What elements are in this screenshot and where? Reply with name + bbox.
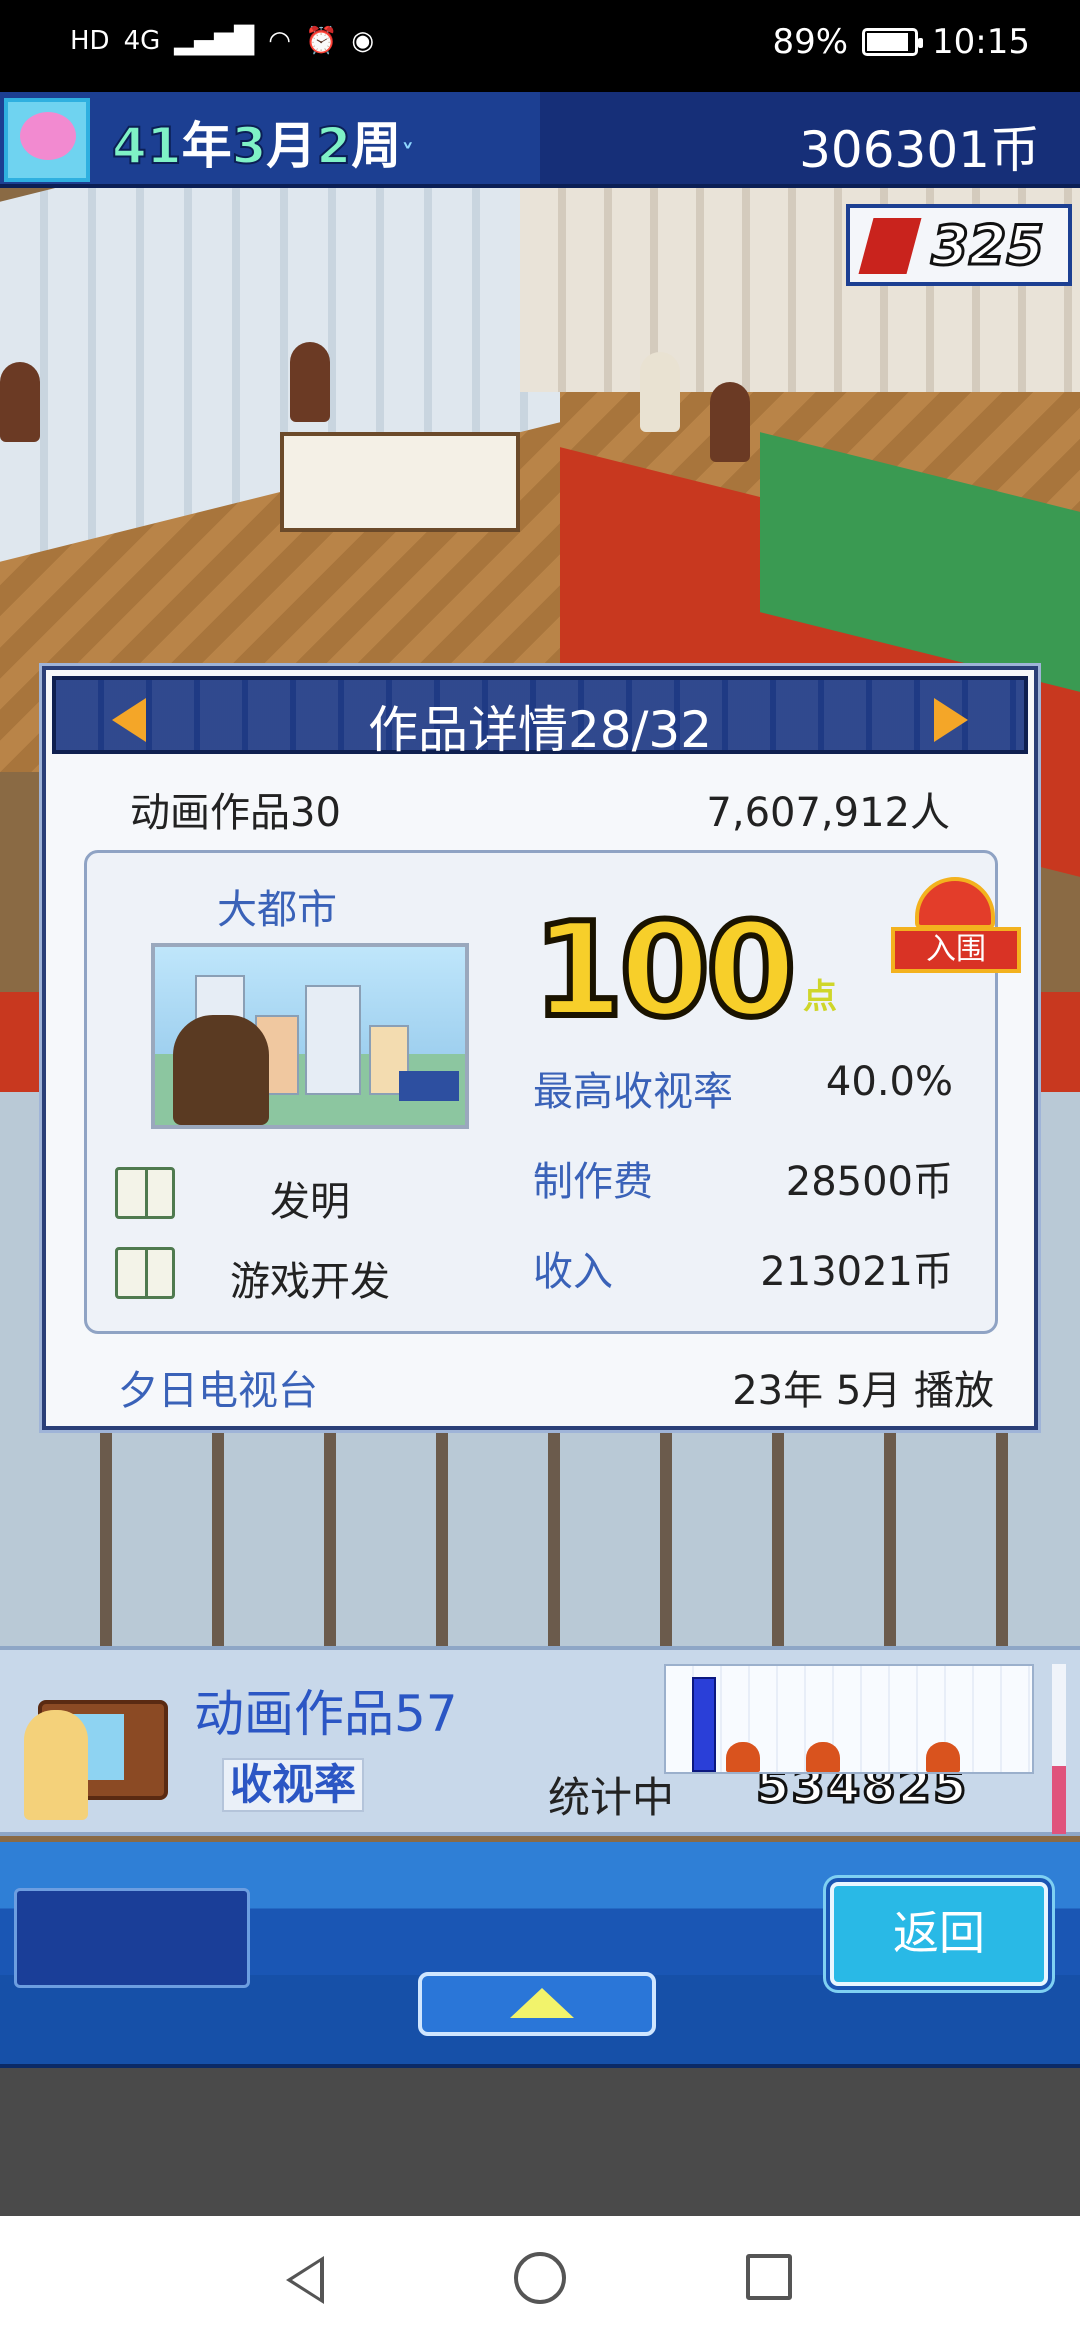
stat-row: 收入 213021币 bbox=[533, 1239, 953, 1295]
genre-row: 发明 bbox=[115, 1163, 445, 1225]
dialog-header: 作品详情28/32 bbox=[52, 676, 1028, 759]
nomination-label: 入围 bbox=[891, 927, 1021, 973]
ratings-label: 收视率 bbox=[222, 1758, 364, 1812]
ratings-side-meter bbox=[1052, 1664, 1066, 1834]
genre-label: 游戏开发 bbox=[230, 1259, 390, 1305]
network-type-icon: 4G bbox=[123, 26, 161, 56]
dialog-title: 作品详情28/32 bbox=[367, 701, 713, 759]
date-panel[interactable]: 41年3月2周˅ bbox=[0, 92, 560, 188]
house-icon bbox=[726, 1742, 760, 1772]
crown-icon bbox=[915, 877, 995, 929]
nav-home-icon[interactable] bbox=[514, 2252, 566, 2304]
stat-row: 制作费 28500币 bbox=[533, 1149, 953, 1205]
up-arrow-icon bbox=[510, 1988, 574, 2018]
coins-panel: 306301币 bbox=[540, 92, 1080, 188]
side-meter-level bbox=[1052, 1766, 1066, 1834]
chevron-down-icon: ˅ bbox=[401, 140, 415, 170]
back-button[interactable]: 返回 bbox=[830, 1882, 1048, 1986]
work-card: 大都市 发明 游戏开发 100 点 入围 最高收视率 40.0% 制作费 285… bbox=[84, 850, 1021, 1334]
staff-character[interactable] bbox=[640, 352, 680, 432]
house-icon bbox=[926, 1742, 960, 1772]
broadcast-info: 夕日电视台 23年 5月 播放 bbox=[118, 1358, 994, 1414]
staff-character[interactable] bbox=[710, 382, 750, 462]
genre-row: 游戏开发 bbox=[115, 1243, 445, 1305]
viewer-count: 7,607,912人 bbox=[706, 790, 950, 836]
status-right: 89% 10:15 bbox=[772, 22, 1030, 62]
ratings-chart-bar bbox=[692, 1677, 716, 1772]
building-shape bbox=[305, 985, 361, 1095]
work-title: 大都市 bbox=[217, 887, 337, 933]
game-date: 41年3月2周˅ bbox=[111, 116, 415, 176]
ratings-panel[interactable]: 动画作品57 收视率 统计中 534825 bbox=[0, 1646, 1080, 1836]
host-character bbox=[24, 1710, 88, 1820]
alarm-icon: ⏰ bbox=[304, 26, 338, 56]
stat-value: 40.0% bbox=[825, 1059, 953, 1105]
staff-character[interactable] bbox=[0, 362, 40, 442]
airing-work-name: 动画作品57 bbox=[194, 1685, 458, 1743]
system-nav-bar bbox=[0, 2216, 1080, 2340]
stat-value: 213021币 bbox=[760, 1249, 953, 1295]
next-arrow-icon[interactable] bbox=[934, 698, 968, 742]
tv-station: 夕日电视台 bbox=[118, 1368, 318, 1414]
battery-percent: 89% bbox=[772, 22, 849, 62]
genre-label: 发明 bbox=[270, 1179, 350, 1225]
ratings-status: 统计中 bbox=[548, 1773, 675, 1822]
broadcast-date: 23年 5月 播放 bbox=[732, 1368, 994, 1414]
work-summary: 动画作品30 7,607,912人 bbox=[130, 780, 950, 836]
research-points: 325 bbox=[930, 213, 1046, 279]
season-blossom-icon bbox=[4, 98, 90, 182]
letterbox-area bbox=[0, 2068, 1080, 2216]
score-unit: 点 bbox=[803, 977, 837, 1017]
hd-icon: HD bbox=[70, 26, 110, 56]
research-points-panel[interactable]: 325 bbox=[846, 204, 1072, 286]
battery-icon bbox=[862, 28, 924, 56]
work-thumbnail bbox=[151, 943, 469, 1129]
stat-value: 28500币 bbox=[785, 1159, 953, 1205]
clock: 10:15 bbox=[932, 22, 1030, 62]
books-icon bbox=[858, 218, 922, 274]
stat-label: 收入 bbox=[533, 1249, 613, 1295]
status-icons: HD 4G ▂▄▆█ ◠ ⏰ ◉ bbox=[70, 26, 374, 56]
bottom-controls: 返回 bbox=[0, 1842, 1080, 2068]
app-icon: ◉ bbox=[351, 26, 375, 56]
signal-icon: ▂▄▆█ bbox=[174, 26, 255, 56]
nomination-badge: 入围 bbox=[891, 877, 1021, 977]
stat-label: 最高收视率 bbox=[533, 1069, 733, 1115]
score-value: 100 bbox=[530, 894, 799, 1046]
ratings-chart bbox=[664, 1664, 1034, 1774]
empty-slot-button[interactable] bbox=[14, 1888, 250, 1988]
nav-back-icon[interactable] bbox=[286, 2256, 324, 2304]
staff-character[interactable] bbox=[290, 342, 330, 422]
stat-label: 制作费 bbox=[533, 1159, 653, 1205]
open-book-icon bbox=[115, 1167, 175, 1219]
tv-icon bbox=[24, 1680, 178, 1820]
work-details-dialog: 作品详情28/32 动画作品30 7,607,912人 大都市 发明 游戏开发 … bbox=[42, 666, 1038, 1430]
nav-recent-apps-icon[interactable] bbox=[746, 2254, 792, 2300]
status-bar: HD 4G ▂▄▆█ ◠ ⏰ ◉ 89% 10:15 bbox=[0, 0, 1080, 92]
truck-shape bbox=[399, 1071, 459, 1101]
game-screen: HD 4G ▂▄▆█ ◠ ⏰ ◉ 89% 10:15 41年3月2周˅ 3063… bbox=[0, 0, 1080, 2340]
open-book-icon bbox=[115, 1247, 175, 1299]
work-name: 动画作品30 bbox=[130, 790, 341, 836]
house-icon bbox=[806, 1742, 840, 1772]
coin-balance: 306301币 bbox=[799, 121, 1040, 179]
developer-character bbox=[173, 1015, 269, 1125]
wifi-icon: ◠ bbox=[268, 26, 291, 56]
expand-menu-button[interactable] bbox=[418, 1972, 656, 2036]
stat-row: 最高收视率 40.0% bbox=[533, 1059, 953, 1115]
reception-desk bbox=[280, 432, 520, 532]
